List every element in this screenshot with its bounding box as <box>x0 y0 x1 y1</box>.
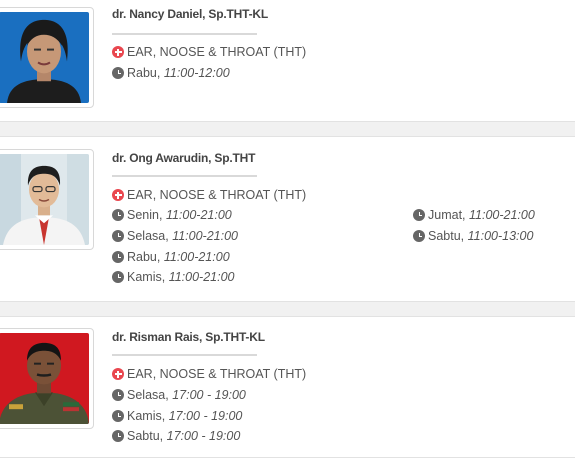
schedule-day: Kamis, <box>127 409 166 423</box>
name-divider <box>112 33 257 35</box>
schedule-time: 11:00-21:00 <box>165 208 232 222</box>
clock-icon <box>112 67 124 79</box>
specialty-label: EAR, NOOSE & THROAT (THT) <box>127 188 307 202</box>
schedule-item: Kamis, 11:00-21:00 <box>112 270 234 284</box>
schedule-day: Selasa, <box>127 229 169 243</box>
plus-icon <box>112 46 124 58</box>
doctor-card[interactable]: dr. Nancy Daniel, Sp.THT-KL EAR, NOOSE &… <box>0 0 575 122</box>
doctor-card[interactable]: dr. Risman Rais, Sp.THT-KL EAR, NOOSE & … <box>0 316 575 458</box>
specialty-label: EAR, NOOSE & THROAT (THT) <box>127 45 307 59</box>
schedule-item: Selasa, 17:00 - 19:00 <box>112 388 246 402</box>
name-divider <box>112 354 257 356</box>
doctor-photo <box>0 12 89 103</box>
doctor-photo <box>0 333 89 424</box>
schedule-item: Senin, 11:00-21:00 <box>112 208 232 222</box>
clock-icon <box>112 430 124 442</box>
schedule-time: 11:00-12:00 <box>163 66 230 80</box>
schedule-time: 11:00-13:00 <box>467 229 534 243</box>
specialty-row: EAR, NOOSE & THROAT (THT) <box>112 45 306 59</box>
schedule-day: Senin, <box>127 208 163 222</box>
schedule-day: Selasa, <box>127 388 169 402</box>
doctor-name[interactable]: dr. Risman Rais, Sp.THT-KL <box>112 330 265 344</box>
schedule-time: 11:00-21:00 <box>163 250 230 264</box>
specialty-row: EAR, NOOSE & THROAT (THT) <box>112 367 306 381</box>
clock-icon <box>112 230 124 242</box>
doctor-card[interactable]: dr. Ong Awarudin, Sp.THT EAR, NOOSE & TH… <box>0 136 575 302</box>
schedule-item: Jumat, 11:00-21:00 <box>413 208 535 222</box>
schedule-time: 17:00 - 19:00 <box>168 409 243 423</box>
doctor-name[interactable]: dr. Ong Awarudin, Sp.THT <box>112 151 255 165</box>
clock-icon <box>112 389 124 401</box>
schedule-day: Rabu, <box>127 250 161 264</box>
specialty-label: EAR, NOOSE & THROAT (THT) <box>127 367 307 381</box>
doctor-name[interactable]: dr. Nancy Daniel, Sp.THT-KL <box>112 7 268 21</box>
doctor-photo-frame <box>0 149 94 250</box>
doctor-photo-frame <box>0 328 94 429</box>
schedule-time: 11:00-21:00 <box>172 229 238 243</box>
name-divider <box>112 175 257 177</box>
schedule-item: Sabtu, 11:00-13:00 <box>413 229 533 243</box>
schedule-day: Sabtu, <box>428 229 465 243</box>
schedule-item: Sabtu, 17:00 - 19:00 <box>112 429 240 443</box>
schedule-time: 11:00-21:00 <box>469 208 535 222</box>
schedule-day: Rabu, <box>127 66 161 80</box>
clock-icon <box>112 410 124 422</box>
schedule-day: Jumat, <box>428 208 466 222</box>
doctor-photo <box>0 154 89 245</box>
clock-icon <box>112 251 124 263</box>
clock-icon <box>413 209 425 221</box>
schedule-item: Selasa, 11:00-21:00 <box>112 229 238 243</box>
clock-icon <box>112 209 124 221</box>
schedule-item: Rabu, 11:00-21:00 <box>112 250 230 264</box>
doctor-photo-frame <box>0 7 94 108</box>
specialty-row: EAR, NOOSE & THROAT (THT) <box>112 188 306 202</box>
schedule-time: 17:00 - 19:00 <box>172 388 246 402</box>
schedule-time: 17:00 - 19:00 <box>166 429 241 443</box>
plus-icon <box>112 189 124 201</box>
schedule-time: 11:00-21:00 <box>168 270 235 284</box>
schedule-day: Sabtu, <box>127 429 164 443</box>
schedule-item: Kamis, 17:00 - 19:00 <box>112 409 242 423</box>
clock-icon <box>413 230 425 242</box>
schedule-item: Rabu, 11:00-12:00 <box>112 66 230 80</box>
schedule-day: Kamis, <box>127 270 166 284</box>
plus-icon <box>112 368 124 380</box>
clock-icon <box>112 271 124 283</box>
